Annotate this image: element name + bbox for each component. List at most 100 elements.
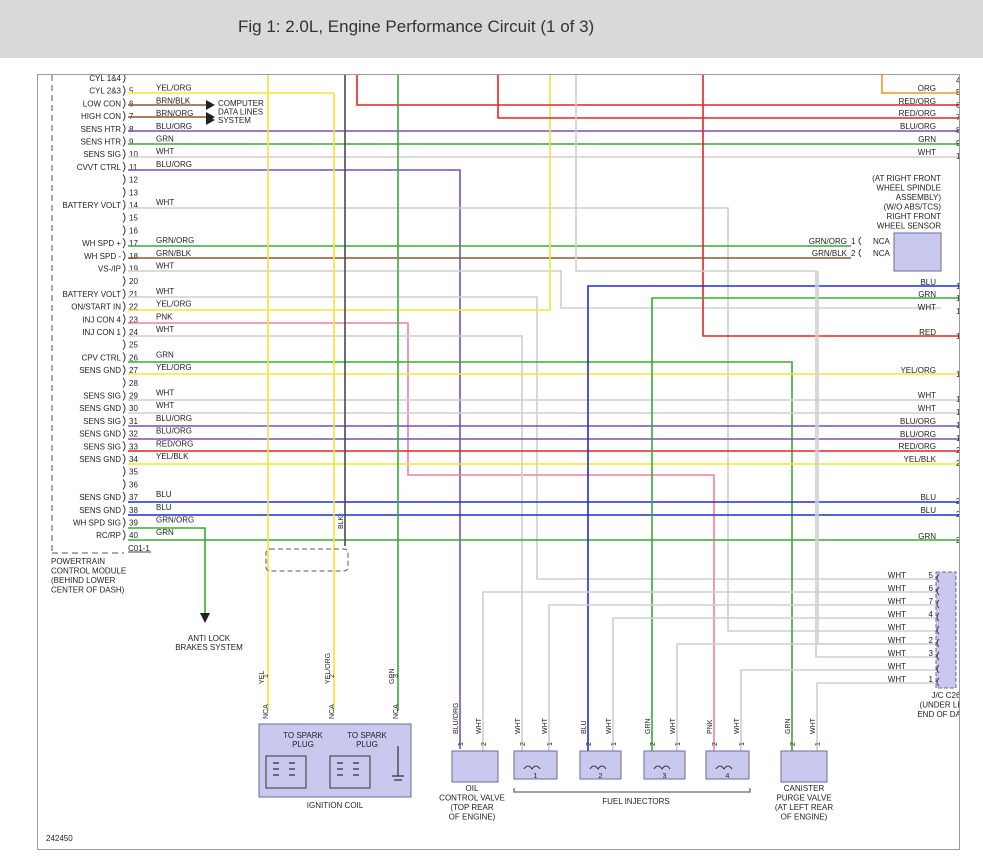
wheel-sensor-pin: 2 [851,249,856,258]
injector-pin: 1 [547,742,554,746]
pcm-pin-label: CYL 2&3 [89,87,121,96]
pcm-pin-number: 6 [129,99,134,108]
oil-valve-pin: 1 [458,742,465,746]
pin-bracket-icon [122,415,126,427]
wire-color-label: WHT [156,198,174,207]
wire-color-label: BLU/ORG [156,414,192,423]
nca-label: NCA [393,704,400,719]
pcm-pin-label: VS-/IP [98,265,121,274]
right-ref-number: 17 [956,408,959,417]
pcm-pin-number: 8 [129,125,134,134]
pin-bracket-icon [122,466,126,478]
pcm-pin-label: INJ CON 1 [82,328,121,337]
ignition-coil-caption: IGNITION COIL [307,801,364,810]
pin-bracket-icon [122,479,126,490]
pcm-pin-label: SENS GND [79,366,121,375]
wire-wht [128,270,941,309]
pin-bracket-icon [122,212,126,224]
wire-color-label: YEL/ORG [156,84,192,93]
wheel-sensor-caption: WHEEL SPINDLE [876,184,941,193]
anti-lock-label: BRAKES SYSTEM [175,643,243,652]
wire-color-label: WHT [888,649,906,658]
injector-number: 1 [534,773,538,780]
wiring-diagram: CYL 1&4 CYL 2&3 5 YEL/ORG LOW CON 6 BRN/BLK HIG… [46,75,959,843]
junction-connector-box [935,571,957,689]
injector-number: 4 [726,773,730,780]
wheel-sensor-caption: WHEEL SENSOR [877,222,941,231]
pin-bracket-icon [122,250,126,262]
canister-caption: PURGE VALVE [776,794,831,803]
pcm-pin-number: 19 [129,265,138,274]
pcm-pin-label: RC/RP [96,531,121,540]
pin-bracket-icon [122,339,126,351]
injector-pin: 1 [675,742,682,746]
pcm-pin-number: 39 [129,519,138,528]
right-ref-number: 12 [956,294,959,303]
pcm-pin-label: SENS SIG [83,417,121,426]
right-ref-number: 22 [956,497,959,506]
right-ref-number: 7 [956,113,959,122]
wire-color-label: BLU [156,490,172,499]
pin-bracket-icon [122,491,126,503]
wire-color-label: WHT [888,610,906,619]
wire-color-label: BLU [920,493,936,502]
wire-color-label: WHT [515,717,522,734]
oil-valve-caption: CONTROL VALVE [439,794,505,803]
pcm-pin-number: 37 [129,493,138,502]
pcm-pin-number: 26 [129,353,138,362]
wire-color-label: BLU/ORG [900,417,936,426]
pin-bracket-icon [122,110,126,122]
nca-label: NCA [263,704,270,719]
to-spark-plug-label: PLUG [356,740,378,749]
wire-color-label: WHT [918,148,936,157]
wire-color-label: WHT [888,571,906,580]
injectors-bracket [513,788,751,793]
wire-color-label: YEL/BLK [904,455,937,464]
pin-bracket-icon [122,136,126,147]
pcm-pin-number: 38 [129,506,138,515]
wire-color-label: WHT [156,287,174,296]
pin-bracket-icon [122,377,126,389]
right-ref-number: 21 [956,459,959,468]
wire-color-label: GRN/ORG [156,516,194,525]
wire-color-label: WHT [542,717,549,734]
wire-color-label: BLU/ORG [156,160,192,169]
right-ref-number: 9 [956,139,959,148]
wire-color-label: PNK [156,312,173,321]
wire-color-label: WHT [476,717,483,734]
pcm-pin-number: 15 [129,214,138,223]
wire-color-label: WHT [918,404,936,413]
wire-color-label: BLU/ORG [156,427,192,436]
right-ref-number: 11 [956,282,959,291]
arrow-down-icon [200,613,210,623]
pin-bracket-icon [122,161,126,173]
injector-pin: 1 [739,742,746,746]
pin-bracket-icon [122,237,126,249]
injector-pin: 2 [586,742,593,746]
wire-color-label: WHT [606,717,613,734]
wire-color-label: WHT [156,262,174,271]
pcm-pin-number: 16 [129,226,138,235]
injector-pin: 2 [650,742,657,746]
pcm-pin-label: SENS SIG [83,150,121,159]
ignition-coil-box [258,723,412,798]
pin-bracket-icon [122,225,126,236]
wire-color-label: YEL/ORG [900,366,936,375]
right-ref-number: 19 [956,434,959,443]
pin-bracket-icon [122,288,126,300]
injector-pin: 2 [520,742,527,746]
pcm-pin-label: LOW CON [83,99,121,108]
oil-valve-caption: OIL [466,784,479,793]
pcm-pin-label: SENS SIG [83,392,121,401]
pcm-pin-number: 5 [129,87,134,96]
wheel-sensor-pin: 1 [851,237,856,246]
canister-pin: 2 [790,742,797,746]
wire-color-label: GRN/ORG [156,236,194,245]
pcm-pin-label: SENS GND [79,404,121,413]
right-ref-number: 15 [956,370,959,379]
pcm-pin-label: CYL 1&4 [89,75,121,83]
wire-wht [575,75,941,658]
wire-color-label: BRN/BLK [156,96,191,105]
right-ref-number: 20 [956,446,959,455]
right-ref-number: 6 [956,101,959,110]
